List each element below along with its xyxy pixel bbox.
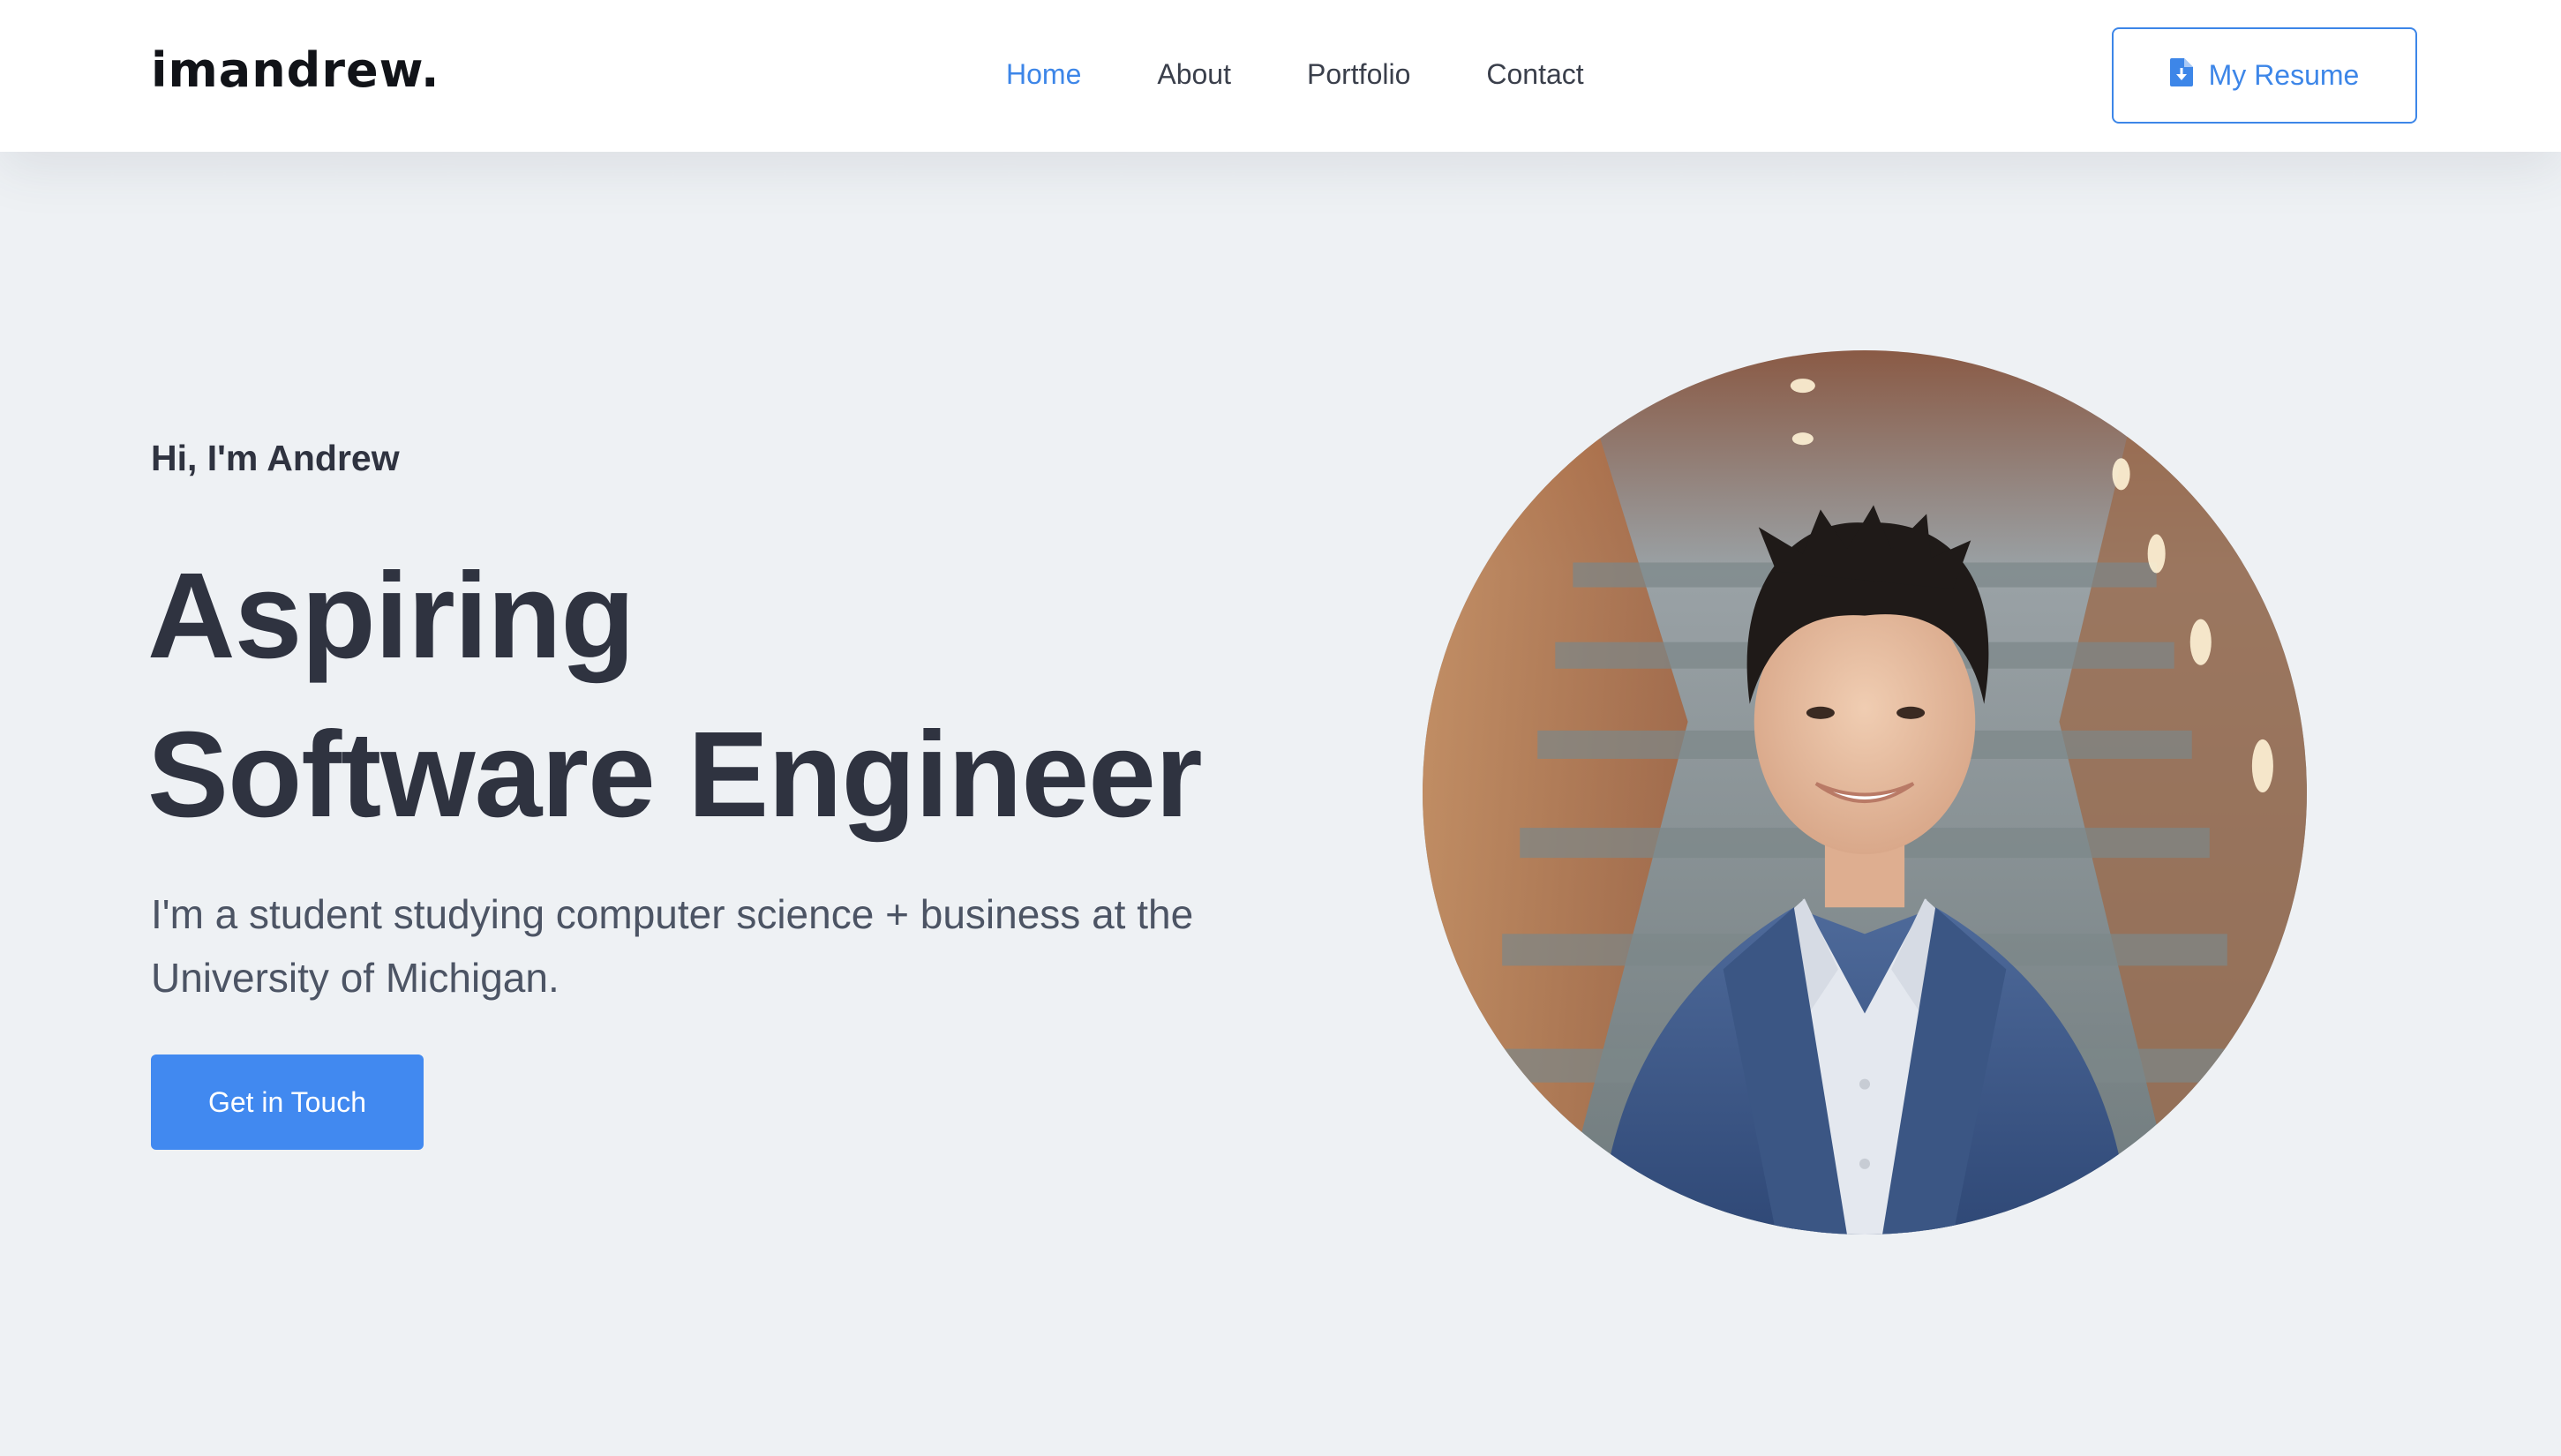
hero-title: Aspiring Software Engineer (147, 537, 1203, 854)
nav-link-about[interactable]: About (1157, 58, 1231, 91)
nav-links: Home About Portfolio Contact (1006, 58, 1660, 91)
nav-link-portfolio[interactable]: Portfolio (1307, 58, 1410, 91)
site-logo[interactable]: imandrew. (151, 42, 440, 98)
hero-description: I'm a student studying computer science … (151, 891, 1194, 1001)
nav-link-contact[interactable]: Contact (1486, 58, 1583, 91)
get-in-touch-button[interactable]: Get in Touch (151, 1054, 424, 1150)
navbar: imandrew. Home About Portfolio Contact M… (0, 0, 2561, 152)
hero-title-line-2: Software Engineer (147, 707, 1203, 843)
hero-title-line-1: Aspiring (147, 548, 635, 684)
my-resume-button[interactable]: My Resume (2112, 27, 2417, 124)
file-download-icon (2169, 57, 2193, 94)
hero-greeting: Hi, I'm Andrew (151, 438, 400, 478)
profile-photo (1423, 350, 2307, 1235)
nav-link-home[interactable]: Home (1006, 58, 1081, 91)
my-resume-label: My Resume (2208, 59, 2360, 91)
